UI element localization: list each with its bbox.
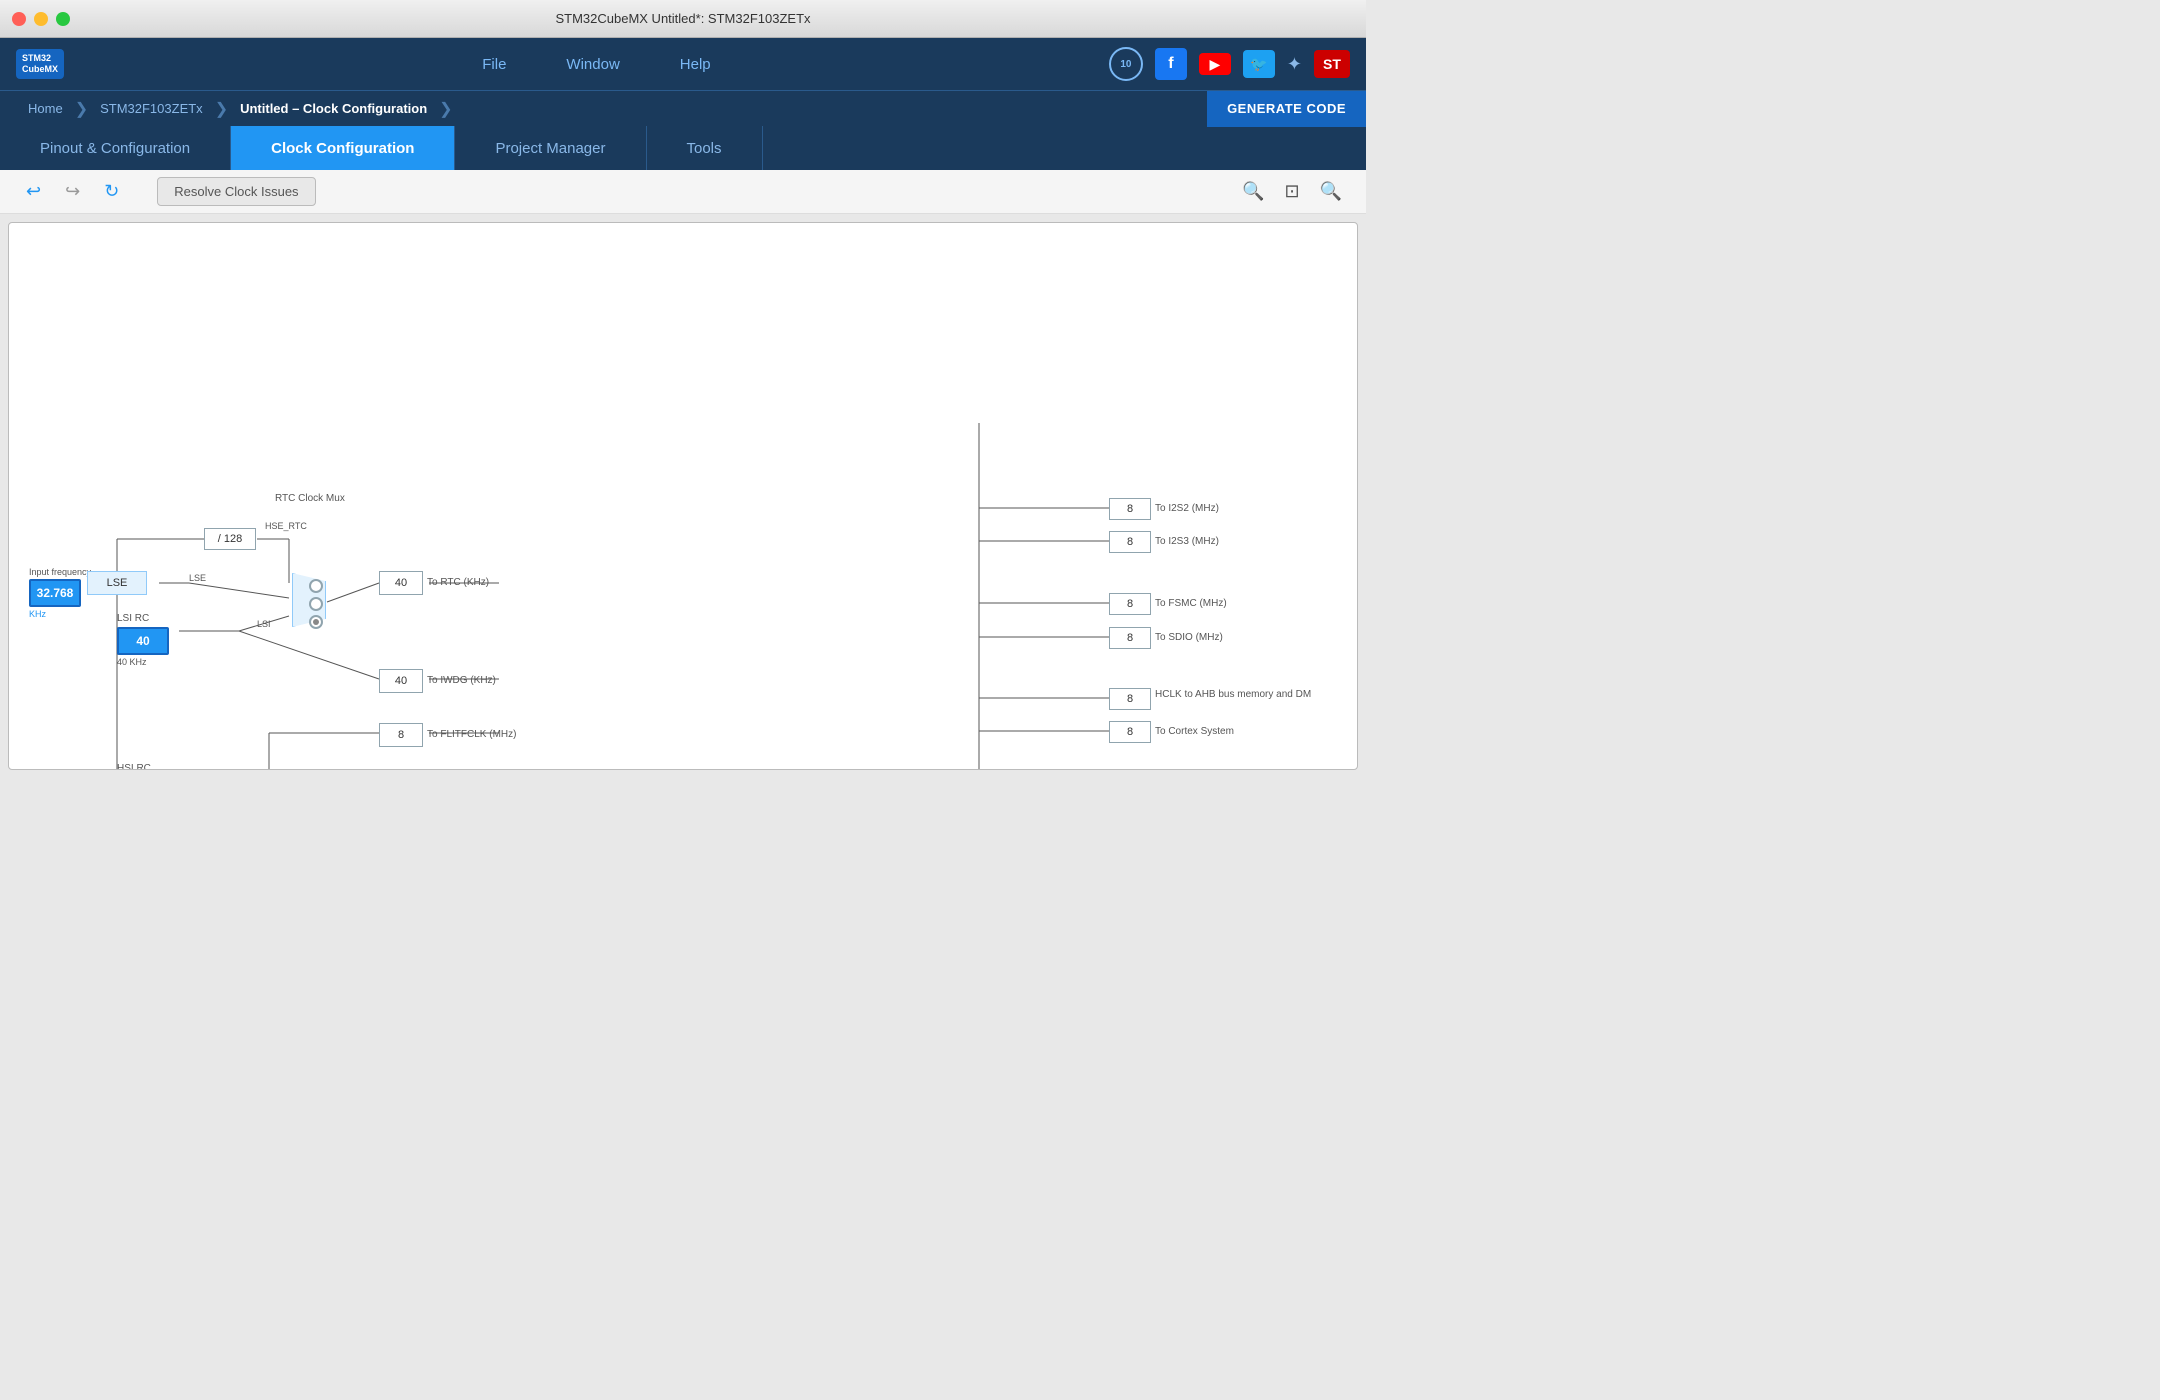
tab-project[interactable]: Project Manager xyxy=(455,126,646,170)
title-bar: STM32CubeMX Untitled*: STM32F103ZETx xyxy=(0,0,1366,38)
rtc-lsi-radio[interactable] xyxy=(309,615,323,629)
to-fsmc-label: To FSMC (MHz) xyxy=(1155,598,1227,609)
lsi-mux-line: LSI xyxy=(257,619,271,629)
nav-links: File Window Help xyxy=(84,56,1109,73)
lsi-rc-label: LSI RC xyxy=(117,613,149,624)
lse-block: LSE xyxy=(87,571,147,595)
resolve-clock-button[interactable]: Resolve Clock Issues xyxy=(157,177,315,206)
to-rtc-label: To RTC (KHz) xyxy=(427,577,489,588)
to-sdio-val[interactable]: 8 xyxy=(1109,627,1151,649)
to-cortex-val[interactable]: 8 xyxy=(1109,721,1151,743)
to-i2s3-label: To I2S3 (MHz) xyxy=(1155,536,1219,547)
refresh-button[interactable]: ↻ xyxy=(98,175,125,208)
lse-mux-line: LSE xyxy=(189,573,206,583)
to-flit-label: To FLITFCLK (MHz) xyxy=(427,729,516,740)
facebook-icon[interactable]: f xyxy=(1155,48,1187,80)
anniversary-icon: 10 xyxy=(1109,47,1143,81)
youtube-icon[interactable]: ▶ xyxy=(1199,53,1231,75)
rtc-mux-label: RTC Clock Mux xyxy=(275,493,345,504)
to-fsmc-val[interactable]: 8 xyxy=(1109,593,1151,615)
window-controls xyxy=(12,12,70,26)
twitter-icon[interactable]: 🐦 xyxy=(1243,50,1275,78)
fit-button[interactable]: ⊡ xyxy=(1280,177,1303,206)
st-logo: ST xyxy=(1314,50,1350,78)
logo: STM32CubeMX xyxy=(16,49,64,79)
diagram-svg xyxy=(9,223,1357,769)
nav-window[interactable]: Window xyxy=(566,56,619,73)
bc-device[interactable]: STM32F103ZETx xyxy=(88,101,215,116)
to-cortex-label: To Cortex System xyxy=(1155,726,1234,737)
undo-button[interactable]: ↩ xyxy=(20,175,47,208)
maximize-button[interactable] xyxy=(56,12,70,26)
zoom-out-button[interactable]: 🔍 xyxy=(1316,177,1346,206)
nav-help[interactable]: Help xyxy=(680,56,711,73)
breadcrumb-bar: Home ❯ STM32F103ZETx ❯ Untitled – Clock … xyxy=(0,90,1366,126)
lse-freq-label: Input frequency xyxy=(29,567,91,577)
rtc-lse-radio[interactable] xyxy=(309,597,323,611)
hclk-ahb-label: HCLK to AHB bus memory and DM xyxy=(1155,689,1311,700)
to-i2s2-val[interactable]: 8 xyxy=(1109,498,1151,520)
to-i2s3-val[interactable]: 8 xyxy=(1109,531,1151,553)
nav-file[interactable]: File xyxy=(482,56,506,73)
to-iwdg-val[interactable]: 40 xyxy=(379,669,423,693)
tab-clock[interactable]: Clock Configuration xyxy=(231,126,455,170)
lsi-val: 40 xyxy=(117,627,169,655)
rtc-hse-radio[interactable] xyxy=(309,579,323,593)
network-icon[interactable]: ✦ xyxy=(1287,54,1302,75)
window-title: STM32CubeMX Untitled*: STM32F103ZETx xyxy=(555,11,810,26)
hsi-rc-label: HSI RC xyxy=(117,763,151,770)
redo-button[interactable]: ↪ xyxy=(59,175,86,208)
bc-current: Untitled – Clock Configuration xyxy=(228,101,439,116)
to-i2s2-label: To I2S2 (MHz) xyxy=(1155,503,1219,514)
to-flit-val[interactable]: 8 xyxy=(379,723,423,747)
diagram-area: Input frequency 32.768 KHz LSE LSI RC 40… xyxy=(8,222,1358,770)
lse-freq-value[interactable]: 32.768 xyxy=(29,579,81,607)
tab-bar: Pinout & Configuration Clock Configurati… xyxy=(0,126,1366,170)
hclk-ahb-val[interactable]: 8 xyxy=(1109,688,1151,710)
bc-home[interactable]: Home xyxy=(16,101,75,116)
minimize-button[interactable] xyxy=(34,12,48,26)
toolbar: ↩ ↪ ↻ Resolve Clock Issues 🔍 ⊡ 🔍 xyxy=(0,170,1366,214)
close-button[interactable] xyxy=(12,12,26,26)
nav-bar: STM32CubeMX File Window Help 10 f ▶ 🐦 ✦ … xyxy=(0,38,1366,90)
tab-tools[interactable]: Tools xyxy=(647,126,763,170)
to-sdio-label: To SDIO (MHz) xyxy=(1155,632,1223,643)
lse-unit: KHz xyxy=(29,609,46,619)
tab-pinout[interactable]: Pinout & Configuration xyxy=(0,126,231,170)
nav-icons: 10 f ▶ 🐦 ✦ ST xyxy=(1109,47,1350,81)
lsi-unit: 40 KHz xyxy=(117,657,147,667)
generate-code-button[interactable]: GENERATE CODE xyxy=(1207,91,1366,127)
to-rtc-val[interactable]: 40 xyxy=(379,571,423,595)
hse-div128: / 128 xyxy=(204,528,256,550)
to-iwdg-label: To IWDG (KHz) xyxy=(427,675,496,686)
zoom-in-button[interactable]: 🔍 xyxy=(1238,177,1268,206)
hse-rtc-label: HSE_RTC xyxy=(265,521,307,531)
